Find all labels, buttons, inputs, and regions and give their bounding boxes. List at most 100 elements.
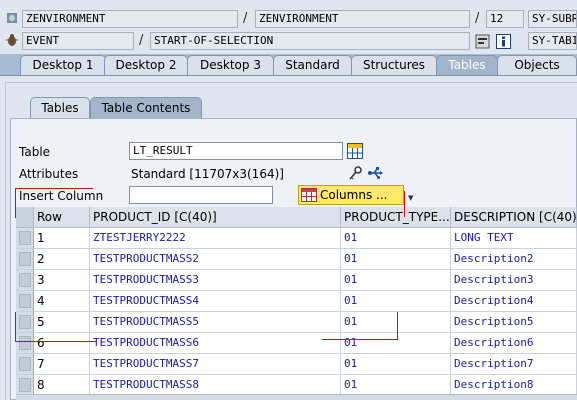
row-selector-button[interactable] <box>19 294 31 308</box>
description-cell[interactable]: Description6 <box>451 333 577 354</box>
description-cell[interactable]: Description8 <box>451 375 577 396</box>
subtab-tables[interactable]: Tables <box>30 97 90 118</box>
horizontal-scrollbar[interactable] <box>16 394 577 400</box>
tab-objects[interactable]: Objects <box>497 55 577 75</box>
tab-tables[interactable]: Tables <box>436 55 498 75</box>
attributes-label: Attributes <box>19 167 79 181</box>
description-cell[interactable]: Description4 <box>451 291 577 312</box>
row-selector-button[interactable] <box>19 357 31 371</box>
description-cell[interactable]: Description5 <box>451 312 577 333</box>
table-row[interactable]: 5 TESTPRODUCTMASS5 01 Description5 <box>16 312 577 333</box>
row-number-cell: 8 <box>34 375 90 396</box>
product-id-cell[interactable]: ZTESTJERRY2222 <box>90 228 341 249</box>
product-type-cell[interactable]: 01 <box>341 228 451 249</box>
key-icon[interactable] <box>347 165 363 181</box>
row-selector[interactable] <box>16 228 34 249</box>
number-field[interactable]: 12 <box>486 10 524 28</box>
row-selector-button[interactable] <box>19 378 31 392</box>
product-id-cell[interactable]: TESTPRODUCTMASS3 <box>90 270 341 291</box>
annotation-line <box>397 312 398 340</box>
table-row[interactable]: 6 TESTPRODUCTMASS6 01 Description6 <box>16 333 577 354</box>
row-selector-button[interactable] <box>19 315 31 329</box>
row-selector-button[interactable] <box>19 273 31 287</box>
table-label: Table <box>19 145 51 159</box>
columns-grid-icon <box>301 188 317 202</box>
description-cell[interactable]: Description7 <box>451 354 577 375</box>
annotation-line <box>15 188 93 189</box>
slash-separator: / <box>139 33 144 48</box>
product-id-cell[interactable]: TESTPRODUCTMASS8 <box>90 375 341 396</box>
row-number-cell: 6 <box>34 333 90 354</box>
column-header-product-type[interactable]: PRODUCT_TYPE... <box>341 207 451 228</box>
product-type-cell[interactable]: 01 <box>341 375 451 396</box>
row-number-cell: 2 <box>34 249 90 270</box>
row-selector[interactable] <box>16 291 34 312</box>
table-row[interactable]: 3 TESTPRODUCTMASS3 01 Description3 <box>16 270 577 291</box>
row-selector-button[interactable] <box>19 336 31 350</box>
event-value-field[interactable]: START-OF-SELECTION <box>150 32 470 50</box>
tab-desktop-2[interactable]: Desktop 2 <box>104 55 188 75</box>
row-number-cell: 5 <box>34 312 90 333</box>
description-cell[interactable]: Description3 <box>451 270 577 291</box>
column-header-product-id[interactable]: PRODUCT_ID [C(40)] <box>90 207 341 228</box>
table-row[interactable]: 2 TESTPRODUCTMASS2 01 Description2 <box>16 249 577 270</box>
row-number-cell: 7 <box>34 354 90 375</box>
table-row[interactable]: 4 TESTPRODUCTMASS4 01 Description4 <box>16 291 577 312</box>
select-all-corner[interactable] <box>16 207 34 228</box>
row-number-cell: 3 <box>34 270 90 291</box>
tab-desktop-3[interactable]: Desktop 3 <box>187 55 274 75</box>
row-selector[interactable] <box>16 270 34 291</box>
product-type-cell[interactable]: 01 <box>341 354 451 375</box>
variable-value-field[interactable]: ZENVIRONMENT <box>255 10 470 28</box>
table-row[interactable]: 1 ZTESTJERRY2222 01 LONG TEXT <box>16 228 577 249</box>
tab-structures[interactable]: Structures <box>351 55 437 75</box>
column-header-row[interactable]: Row <box>34 207 90 228</box>
row-selector[interactable] <box>16 312 34 333</box>
description-cell[interactable]: Description2 <box>451 249 577 270</box>
product-type-cell[interactable]: 01 <box>341 312 451 333</box>
table-name-input[interactable]: LT_RESULT <box>129 142 343 160</box>
insert-column-input[interactable] <box>129 186 273 204</box>
row-selector[interactable] <box>16 375 34 396</box>
table-row[interactable]: 7 TESTPRODUCTMASS7 01 Description7 <box>16 354 577 375</box>
sy-tabix-field[interactable]: SY-TABIX <box>528 32 577 50</box>
product-id-cell[interactable]: TESTPRODUCTMASS4 <box>90 291 341 312</box>
event-field[interactable]: EVENT <box>22 32 134 50</box>
product-id-cell[interactable]: TESTPRODUCTMASS2 <box>90 249 341 270</box>
product-id-cell[interactable]: TESTPRODUCTMASS7 <box>90 354 341 375</box>
column-header-description[interactable]: DESCRIPTION [C(40)] <box>451 207 577 228</box>
info-icon[interactable] <box>495 33 511 49</box>
product-id-cell[interactable]: TESTPRODUCTMASS5 <box>90 312 341 333</box>
slash-separator: / <box>475 11 480 26</box>
variable-name-field[interactable]: ZENVIRONMENT <box>22 10 238 28</box>
row-selector[interactable] <box>16 333 34 354</box>
row-number-cell: 4 <box>34 291 90 312</box>
table-row[interactable]: 8 TESTPRODUCTMASS8 01 Description8 <box>16 375 577 396</box>
product-type-cell[interactable]: 01 <box>341 270 451 291</box>
attributes-value: Standard [11707x3(164)] <box>131 167 284 181</box>
bug-icon <box>4 32 20 48</box>
annotation-line <box>15 312 16 342</box>
annotation-line <box>15 188 16 218</box>
edit-icon[interactable] <box>474 33 490 49</box>
product-type-cell[interactable]: 01 <box>341 333 451 354</box>
product-id-cell[interactable]: TESTPRODUCTMASS6 <box>90 333 341 354</box>
sy-subrc-field[interactable]: SY-SUBRC <box>528 10 577 28</box>
tab-desktop-1[interactable]: Desktop 1 <box>20 55 106 75</box>
product-type-cell[interactable]: 01 <box>341 291 451 312</box>
annotation-line <box>404 191 405 217</box>
row-selector-button[interactable] <box>19 231 31 245</box>
row-selector[interactable] <box>16 354 34 375</box>
usb-plug-icon[interactable] <box>367 165 383 181</box>
row-selector[interactable] <box>16 249 34 270</box>
insert-column-label: Insert Column <box>19 189 104 203</box>
row-selector-button[interactable] <box>19 252 31 266</box>
table-layout-icon[interactable] <box>347 143 363 159</box>
product-type-cell[interactable]: 01 <box>341 249 451 270</box>
dropdown-arrow-icon[interactable]: ▼ <box>408 194 413 202</box>
columns-button[interactable]: Columns ... <box>298 185 404 205</box>
description-cell[interactable]: LONG TEXT <box>451 228 577 249</box>
row-number-cell: 1 <box>34 228 90 249</box>
subtab-table-contents[interactable]: Table Contents <box>90 97 202 118</box>
tab-standard[interactable]: Standard <box>273 55 352 75</box>
